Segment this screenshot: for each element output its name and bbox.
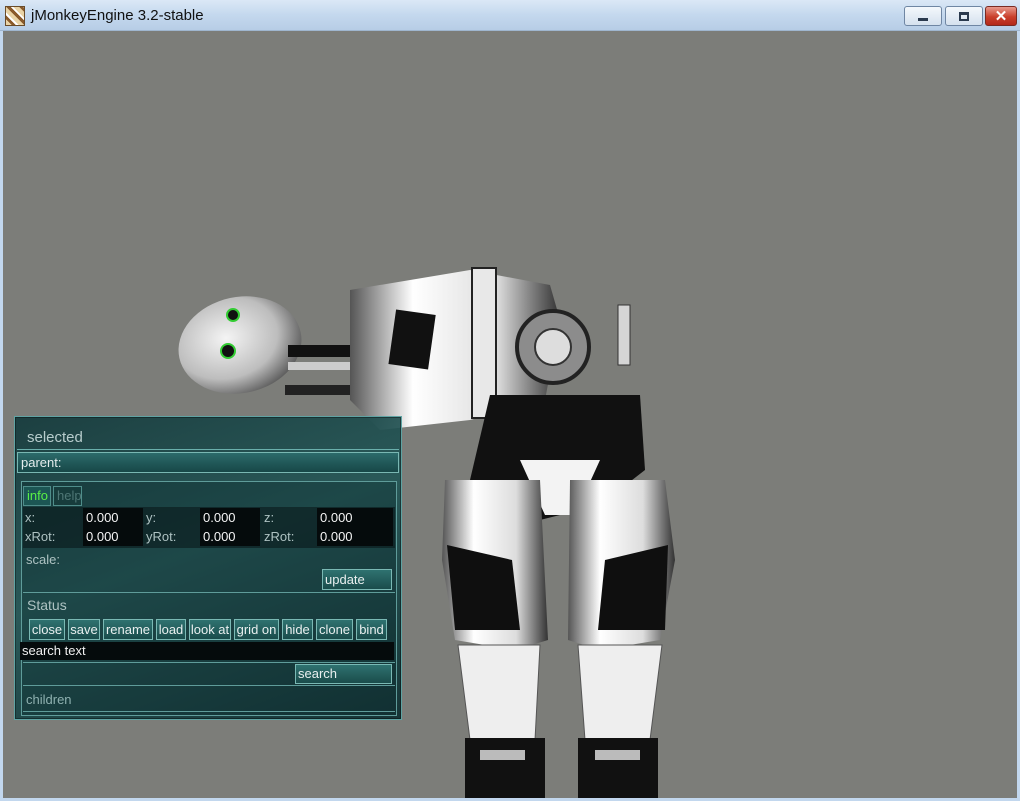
search-input[interactable]: search text [20,642,394,660]
grid-on-button[interactable]: grid on [234,619,279,640]
parent-field[interactable]: parent: [17,452,399,473]
z-label: z: [264,510,275,525]
load-button[interactable]: load [156,619,186,640]
title-bar[interactable]: jMonkeyEngine 3.2-stable ✕ [0,0,1020,31]
yrot-label: yRot: [146,529,177,544]
zrot-value[interactable]: 0.000 [317,527,393,546]
y-value[interactable]: 0.000 [200,508,260,527]
zrot-label: zRot: [264,529,295,544]
z-value[interactable]: 0.000 [317,508,393,527]
bind-button[interactable]: bind [356,619,387,640]
minimize-icon [918,17,928,21]
robot-eye-left [226,308,240,322]
selected-panel[interactable]: selected parent: info help x: 0.000 y: 0… [14,416,402,720]
robot-eye-right [220,343,236,359]
search-button[interactable]: search [295,664,392,684]
children-label: children [26,692,72,707]
update-button[interactable]: update [322,569,392,590]
scale-label: scale: [26,552,60,567]
transform-grid: x: 0.000 y: 0.000 z: 0.000 xRot: 0.000 y… [23,507,395,548]
panel-title: selected [27,429,83,446]
tab-help[interactable]: help [53,486,82,506]
save-button[interactable]: save [68,619,100,640]
close-window-button[interactable]: ✕ [985,6,1017,26]
look-at-button[interactable]: look at [189,619,231,640]
children-divider [23,711,395,712]
x-label: x: [25,510,36,525]
yrot-value[interactable]: 0.000 [200,527,260,546]
maximize-icon [959,11,969,21]
close-icon: ✕ [994,7,1008,25]
robot-foot-right [578,738,658,798]
y-label: y: [146,510,157,525]
panel-divider [17,449,399,450]
jmonkey-app-icon[interactable] [5,6,25,26]
robot-foot-left [465,738,545,798]
hide-button[interactable]: hide [282,619,313,640]
status-section: Status close save rename load look at gr… [23,592,395,640]
close-button[interactable]: close [29,619,65,640]
x-value[interactable]: 0.000 [83,508,143,527]
maximize-button[interactable] [945,6,983,26]
parent-label: parent: [21,455,62,470]
rename-button[interactable]: rename [103,619,153,640]
clone-button[interactable]: clone [316,619,353,640]
xrot-value[interactable]: 0.000 [83,527,143,546]
tab-info[interactable]: info [23,486,51,506]
status-label: Status [27,597,67,613]
window-title: jMonkeyEngine 3.2-stable [31,7,204,24]
xrot-label: xRot: [25,529,56,544]
search-row: search [23,662,395,686]
minimize-button[interactable] [904,6,942,26]
tab-panel: info help x: 0.000 y: 0.000 z: 0.000 xRo… [20,481,397,716]
robot-neck [288,345,358,357]
